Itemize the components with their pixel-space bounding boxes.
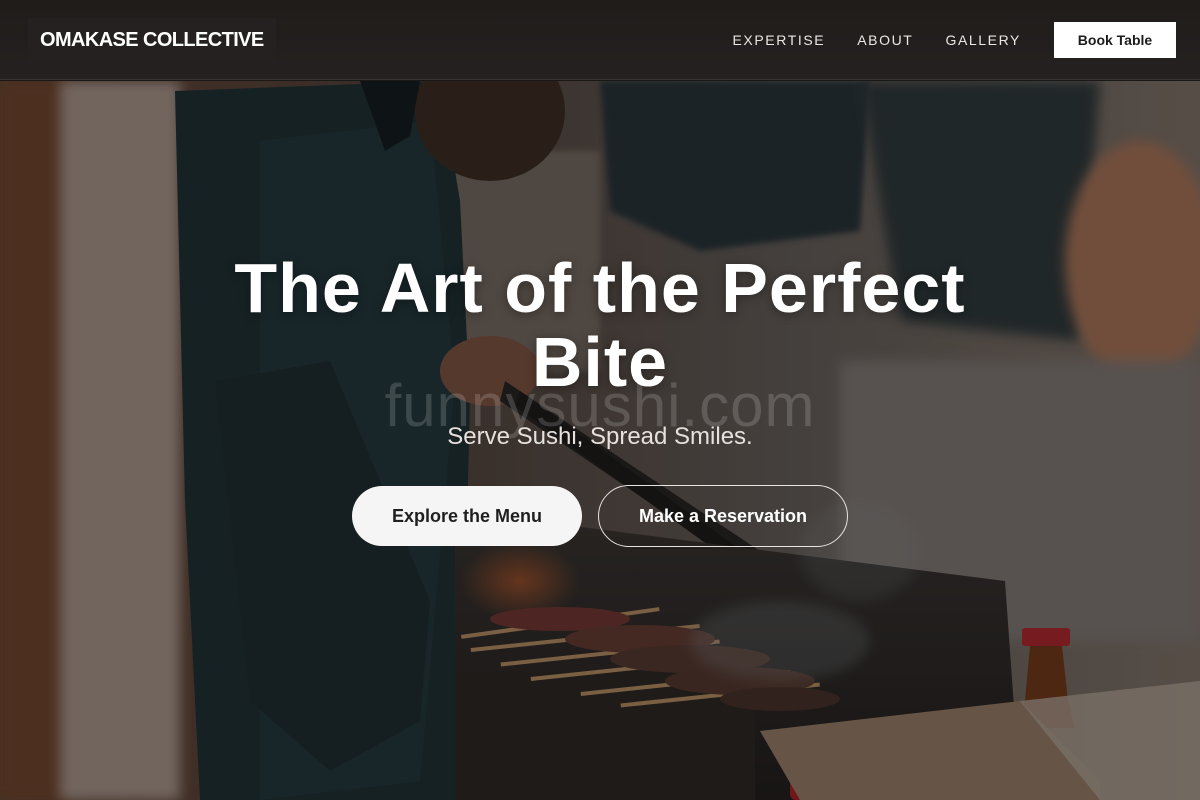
site-header: OMAKASE COLLECTIVE EXPERTISE ABOUT GALLE… <box>0 0 1200 80</box>
nav-link-about[interactable]: ABOUT <box>857 32 913 48</box>
brand-logo[interactable]: OMAKASE COLLECTIVE <box>28 18 276 62</box>
hero-tagline: Serve Sushi, Spread Smiles. <box>447 423 753 450</box>
hero-heading: The Art of the Perfect Bite <box>234 249 966 401</box>
main-nav: EXPERTISE ABOUT GALLERY <box>732 0 1021 80</box>
book-table-button[interactable]: Book Table <box>1054 22 1176 58</box>
landing-page: OMAKASE COLLECTIVE EXPERTISE ABOUT GALLE… <box>0 0 1200 800</box>
explore-menu-button[interactable]: Explore the Menu <box>352 486 582 546</box>
nav-link-gallery[interactable]: GALLERY <box>945 32 1021 48</box>
hero-section: funnysushi.com The Art of the Perfect Bi… <box>0 81 1200 800</box>
make-reservation-button[interactable]: Make a Reservation <box>598 485 848 547</box>
nav-link-expertise[interactable]: EXPERTISE <box>732 32 825 48</box>
